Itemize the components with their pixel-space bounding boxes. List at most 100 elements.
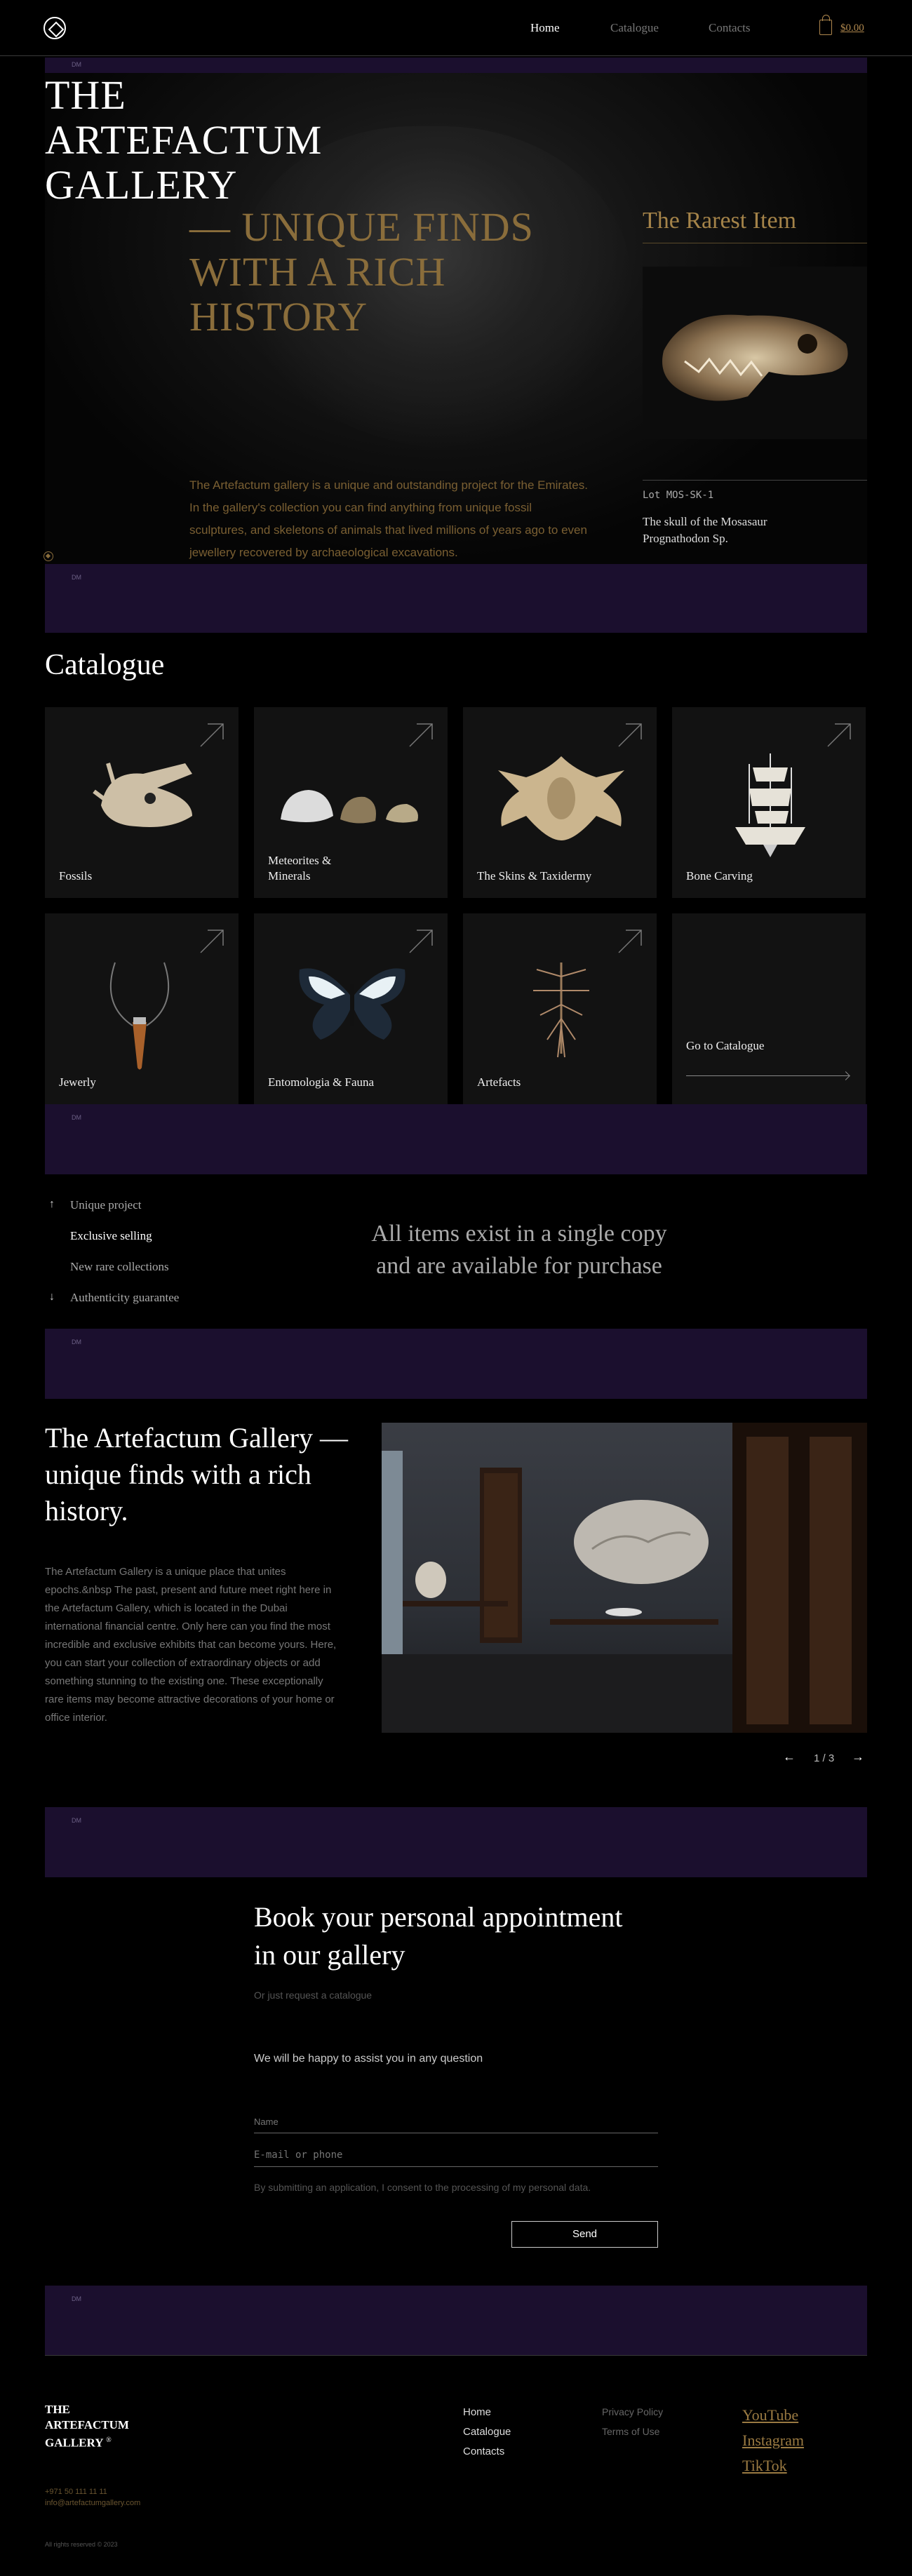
logo-icon[interactable] <box>43 17 66 39</box>
arrow-up-right-icon <box>200 723 224 747</box>
catalogue-card-bone-carving[interactable]: Bone Carving <box>672 707 866 898</box>
band-label: DM <box>72 2295 81 2302</box>
ship-carving-image <box>735 753 805 857</box>
booking-assist-text: We will be happy to assist you in any qu… <box>254 2053 483 2065</box>
card-label: Go to Catalogue <box>686 1039 765 1052</box>
catalogue-card-skins[interactable]: The Skins & Taxidermy <box>463 707 657 898</box>
hero-subtitle-line: HISTORY <box>189 294 368 340</box>
nav-catalogue[interactable]: Catalogue <box>610 21 659 35</box>
catalogue-title: Catalogue <box>45 649 165 681</box>
arrow-up-right-icon <box>827 723 851 747</box>
slider-next-button[interactable]: → <box>852 1750 864 1764</box>
footer-logo-line: GALLERY <box>45 2436 103 2450</box>
feature-item: New rare collections <box>70 1260 169 1273</box>
gallery-interior-image <box>382 1423 867 1733</box>
card-label: Jewerly <box>59 1075 96 1089</box>
email-or-phone-field[interactable] <box>254 2147 658 2164</box>
purple-band: DM <box>45 2286 867 2356</box>
catalogue-card-meteorites[interactable]: Meteorites & Minerals <box>254 707 448 898</box>
consent-text: By submitting an application, I consent … <box>254 2182 591 2193</box>
card-label: Entomologia & Fauna <box>268 1075 375 1089</box>
hero-subtitle-line: — UNIQUE FINDS <box>189 204 534 250</box>
catalogue-card-jewelry[interactable]: Jewerly <box>45 913 239 1104</box>
arrow-right-icon <box>686 1075 849 1076</box>
youtube-link[interactable]: YouTube <box>742 2406 798 2424</box>
about-title: The Artefactum Gallery — unique finds wi… <box>45 1422 349 1527</box>
lot-number: Lot MOS-SK-1 <box>643 490 714 501</box>
arrow-up-right-icon <box>618 930 642 953</box>
name-field[interactable] <box>254 2113 658 2130</box>
footer-nav-contacts[interactable]: Contacts <box>463 2446 504 2457</box>
hero-subtitle-line: WITH A RICH <box>189 249 446 295</box>
cart-total[interactable]: $0.00 <box>840 22 864 34</box>
footer-nav-home[interactable]: Home <box>463 2406 491 2418</box>
statement-line: and are available for purchase <box>376 1253 662 1279</box>
about-description: The Artefactum Gallery is a unique place… <box>45 1566 337 1724</box>
feature-item: Authenticity guarantee <box>70 1291 180 1304</box>
field-underline <box>254 2166 658 2167</box>
slider-counter: 1 / 3 <box>814 1752 835 1764</box>
footer-logo[interactable]: THE ARTEFACTUM GALLERY ® <box>45 2402 129 2451</box>
band-label: DM <box>72 1339 81 1346</box>
hero-title: THE ARTEFACTUM GALLERY <box>45 73 322 208</box>
site-header: Home Catalogue Contacts $0.00 <box>0 0 912 56</box>
hero-title-line: ARTEFACTUM <box>45 117 323 163</box>
butterfly-image <box>299 968 405 1040</box>
catalogue-card-artefacts[interactable]: Artefacts <box>463 913 657 1104</box>
footer-phone[interactable]: +971 50 111 11 11 <box>45 2488 107 2496</box>
single-copy-statement: All items exist in a single copy and are… <box>309 1218 730 1282</box>
purple-band: DM <box>45 564 867 633</box>
privacy-policy-link[interactable]: Privacy Policy <box>602 2406 663 2417</box>
tiktok-link[interactable]: TikTok <box>742 2457 787 2475</box>
copyright-text: All rights reserved © 2023 <box>45 2541 118 2548</box>
footer-nav-catalogue[interactable]: Catalogue <box>463 2426 511 2438</box>
arrow-up-icon[interactable]: ↑ <box>49 1198 55 1211</box>
footer-logo-line: ARTEFACTUM <box>45 2418 129 2431</box>
catalogue-card-entomologia[interactable]: Entomologia & Fauna <box>254 913 448 1104</box>
lot-name[interactable]: The skull of the Mosasaur Prognathodon S… <box>643 514 811 547</box>
band-label: DM <box>72 574 81 581</box>
booking-subtitle[interactable]: Or just request a catalogue <box>254 1990 372 2001</box>
hero-title-line: GALLERY <box>45 162 238 208</box>
rarest-item-image[interactable] <box>643 267 867 439</box>
purple-band: DM <box>45 1807 867 1877</box>
purple-band: DM <box>45 1329 867 1399</box>
go-to-catalogue-card[interactable]: Go to Catalogue <box>672 913 866 1104</box>
arrow-up-right-icon <box>618 723 642 747</box>
card-label: The Skins & Taxidermy <box>477 869 592 883</box>
instagram-link[interactable]: Instagram <box>742 2431 804 2450</box>
card-label: Artefacts <box>477 1075 521 1089</box>
minerals-image <box>281 790 418 824</box>
nav-contacts[interactable]: Contacts <box>709 21 751 35</box>
catalogue-card-fossils[interactable]: Fossils <box>45 707 239 898</box>
send-button[interactable]: Send <box>511 2221 658 2248</box>
arrow-down-icon[interactable]: ↓ <box>49 1291 55 1303</box>
divider <box>643 480 867 481</box>
booking-title: Book your personal appointment in our ga… <box>254 1901 623 1971</box>
rarest-item-title: The Rarest Item <box>643 208 797 234</box>
fossil-image <box>93 763 192 827</box>
card-label: Bone Carving <box>686 869 753 883</box>
card-label: Meteorites & Minerals <box>268 854 332 883</box>
hero-subtitle: — UNIQUE FINDS WITH A RICH HISTORY <box>189 205 582 340</box>
nav-home[interactable]: Home <box>530 21 560 35</box>
feature-item-active: Exclusive selling <box>70 1229 152 1242</box>
scroll-indicator-icon[interactable] <box>43 551 53 561</box>
registered-mark: ® <box>106 2436 112 2444</box>
terms-of-use-link[interactable]: Terms of Use <box>602 2426 659 2437</box>
purple-band: DM <box>45 1104 867 1174</box>
cart-icon[interactable] <box>819 15 832 35</box>
band-label: DM <box>72 61 81 68</box>
hero-title-line: THE <box>45 72 126 118</box>
statement-line: All items exist in a single copy <box>371 1221 667 1247</box>
slider-prev-button[interactable]: ← <box>783 1750 796 1764</box>
band-label: DM <box>72 1114 81 1121</box>
footer-email[interactable]: info@artefactumgallery.com <box>45 2499 140 2507</box>
arrow-up-right-icon <box>200 930 224 953</box>
card-label: Fossils <box>59 869 93 883</box>
necklace-image <box>109 962 170 1070</box>
footer-logo-line: THE <box>45 2403 70 2416</box>
arrow-up-right-icon <box>409 930 433 953</box>
hero-description: The Artefactum gallery is a unique and o… <box>189 478 588 559</box>
skin-image <box>498 756 624 840</box>
